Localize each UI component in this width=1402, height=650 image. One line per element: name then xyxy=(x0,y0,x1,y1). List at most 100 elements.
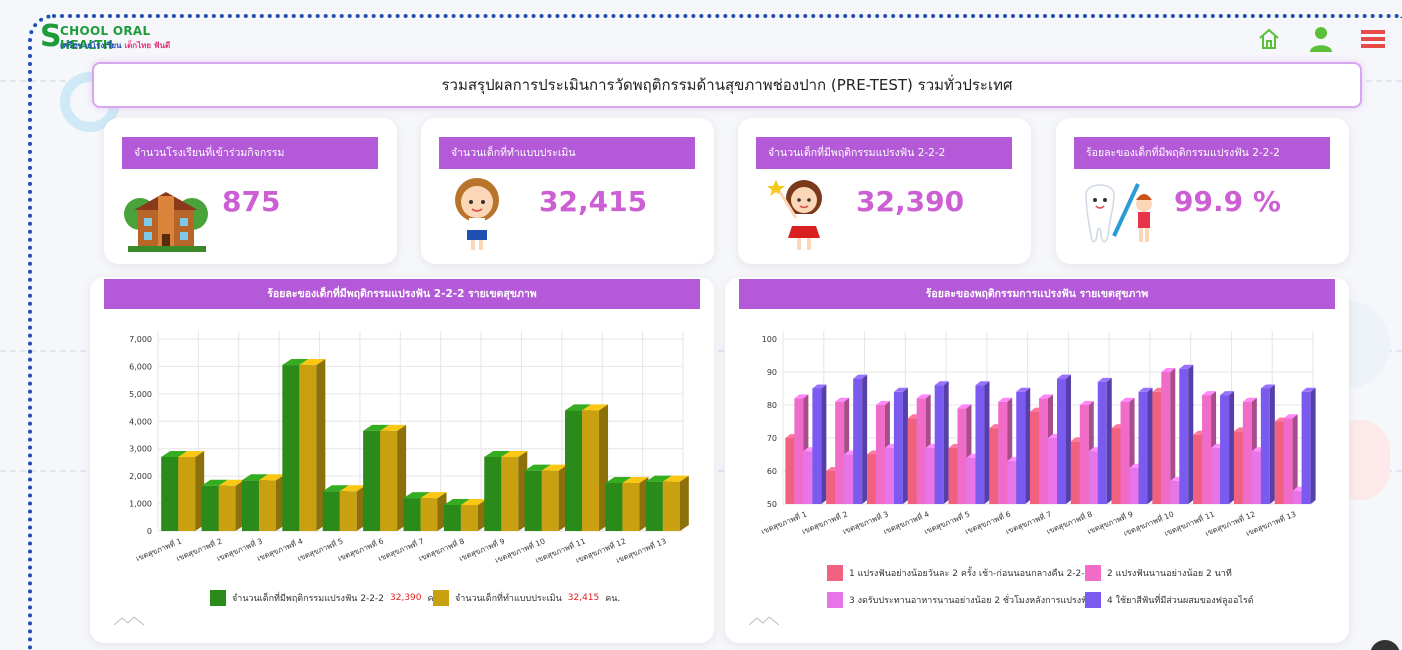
legend-label: 4 ใช้ยาสีฟันที่มีส่วนผสมของฟลูออไรด์ xyxy=(1107,596,1254,606)
stat-value: 99.9 % xyxy=(1174,185,1281,218)
chart-card-right: ร้อยละของพฤติกรรมการแปรงฟัน รายเขตสุขภาพ… xyxy=(725,277,1349,643)
chart-bar xyxy=(501,450,528,531)
x-tick-label: เขตสุขภาพที่ 1 xyxy=(759,508,808,536)
top-bar: S CHOOL ORAL HEALTH เครือข่ายโรงเรียน เด… xyxy=(40,22,1402,58)
stat-label: ร้อยละของเด็กที่มีพฤติกรรมแปรงฟัน 2-2-2 xyxy=(1074,137,1330,169)
chart-bar xyxy=(380,424,407,531)
legend-swatch xyxy=(1085,565,1101,581)
stat-value: 32,390 xyxy=(856,185,965,218)
chart-bar xyxy=(975,381,990,504)
logo[interactable]: S CHOOL ORAL HEALTH เครือข่ายโรงเรียน เด… xyxy=(40,22,200,56)
chart-watermark-icon xyxy=(749,616,779,626)
chart-bar xyxy=(1301,387,1316,504)
stat-label: จำนวนโรงเรียนที่เข้าร่วมกิจกรรม xyxy=(122,137,378,169)
stat-card-percent: ร้อยละของเด็กที่มีพฤติกรรมแปรงฟัน 2-2-2 … xyxy=(1056,118,1349,264)
chart-bar xyxy=(1057,374,1071,504)
chart-bar xyxy=(582,404,609,531)
y-tick-label: 60 xyxy=(767,467,777,476)
x-tick-label: เขตสุขภาพที่ 7 xyxy=(1004,508,1053,536)
y-tick-label: 90 xyxy=(767,368,777,377)
bar-chart-right: 5060708090100เขตสุขภาพที่ 1เขตสุขภาพที่ … xyxy=(759,331,1316,538)
legend-item: 1 แปรงฟันอย่างน้อยวันละ 2 ครั้ง เช้า-ก่อ… xyxy=(827,565,1090,581)
legend-item: 2 แปรงฟันนานอย่างน้อย 2 นาที xyxy=(1085,565,1232,581)
logo-subtitle-main: เครือข่ายโรงเรียน xyxy=(60,41,122,50)
legend-swatch xyxy=(827,592,843,608)
chart-bar xyxy=(1260,384,1275,504)
legend-swatch xyxy=(433,590,449,606)
legend-swatch xyxy=(827,565,843,581)
legend-swatch xyxy=(1085,592,1101,608)
x-tick-label: เขตสุขภาพที่ 4 xyxy=(882,508,931,536)
chart-watermark-icon xyxy=(114,616,144,626)
chart-bar xyxy=(812,384,827,504)
chart-bar xyxy=(1097,377,1112,504)
stat-label: จำนวนเด็กที่มีพฤติกรรมแปรงฟัน 2-2-2 xyxy=(756,137,1012,169)
girl-student-icon xyxy=(437,174,527,254)
x-tick-label: เขตสุขภาพที่ 3 xyxy=(841,508,890,536)
legend-item: จำนวนเด็กที่มีพฤติกรรมแปรงฟัน 2-2-2 32,3… xyxy=(210,590,443,606)
y-tick-label: 1,000 xyxy=(129,500,152,509)
stat-value: 875 xyxy=(222,185,281,218)
chart-bar xyxy=(934,381,949,504)
stat-label: จำนวนเด็กที่ทำแบบประเมิน xyxy=(439,137,695,169)
stat-card-brushing-students: จำนวนเด็กที่มีพฤติกรรมแปรงฟัน 2-2-2 32,3… xyxy=(738,118,1031,264)
legend-label: 1 แปรงฟันอย่างน้อยวันละ 2 ครั้ง เช้า-ก่อ… xyxy=(849,569,1091,579)
y-tick-label: 4,000 xyxy=(129,417,152,426)
legend-label: 2 แปรงฟันนานอย่างน้อย 2 นาที xyxy=(1107,569,1232,579)
chart-card-left: ร้อยละของเด็กที่มีพฤติกรรมแปรงฟัน 2-2-2 … xyxy=(90,277,714,643)
x-tick-label: เขตสุขภาพที่ 2 xyxy=(800,508,849,536)
y-tick-label: 50 xyxy=(767,500,777,509)
legend-item: 4 ใช้ยาสีฟันที่มีส่วนผสมของฟลูออไรด์ xyxy=(1085,592,1254,608)
chart-bar xyxy=(178,450,205,531)
x-tick-label: เขตสุขภาพที่ 8 xyxy=(1045,508,1094,536)
user-icon[interactable] xyxy=(1306,24,1336,54)
legend-label: จำนวนเด็กที่ทำแบบประเมิน xyxy=(455,594,562,604)
chart-bar xyxy=(258,474,285,531)
page-title: รวมสรุปผลการประเมินการวัดพฤติกรรมด้านสุข… xyxy=(92,62,1362,108)
legend-value: 32,390 xyxy=(390,593,422,603)
stat-value: 32,415 xyxy=(539,185,648,218)
logo-subtitle: เครือข่ายโรงเรียน เด็กไทย ฟันดี xyxy=(60,39,170,52)
chart-bar xyxy=(339,485,366,531)
chart-bar xyxy=(218,479,245,531)
y-tick-label: 5,000 xyxy=(129,390,152,399)
chart-bar xyxy=(299,359,326,531)
y-tick-label: 70 xyxy=(767,434,777,443)
legend-swatch xyxy=(210,590,226,606)
tooth-toothbrush-icon xyxy=(1072,174,1162,254)
stat-card-students: จำนวนเด็กที่ทำแบบประเมิน 32,415 xyxy=(421,118,714,264)
y-tick-label: 80 xyxy=(767,401,777,410)
y-tick-label: 6,000 xyxy=(129,362,152,371)
legend-value: 32,415 xyxy=(567,593,600,603)
chart-bar xyxy=(622,477,649,531)
legend-label: 3 งดรับประทานอาหารนานอย่างน้อย 2 ชั่วโมง… xyxy=(849,596,1094,606)
legend-unit: คน. xyxy=(605,594,621,604)
y-tick-label: 7,000 xyxy=(129,335,152,344)
y-tick-label: 2,000 xyxy=(129,472,152,481)
chart-bar xyxy=(1220,391,1235,504)
chart-bar xyxy=(662,475,689,531)
y-tick-label: 0 xyxy=(147,527,152,536)
chart-bar xyxy=(460,498,487,531)
y-tick-label: 100 xyxy=(762,335,777,344)
girl-waving-icon xyxy=(754,174,844,254)
chart-bar xyxy=(541,464,568,531)
stat-card-schools: จำนวนโรงเรียนที่เข้าร่วมกิจกรรม 875 xyxy=(104,118,397,264)
y-tick-label: 3,000 xyxy=(129,445,152,454)
chart-bar xyxy=(1138,387,1153,504)
hamburger-menu-icon[interactable] xyxy=(1358,24,1388,54)
chart-bar xyxy=(420,492,447,531)
home-icon[interactable] xyxy=(1254,24,1284,54)
nav-icons xyxy=(1254,22,1388,56)
legend-label: จำนวนเด็กที่มีพฤติกรรมแปรงฟัน 2-2-2 xyxy=(232,594,384,604)
x-tick-label: เขตสุขภาพที่ 6 xyxy=(963,508,1012,536)
logo-subtitle-accent: เด็กไทย ฟันดี xyxy=(124,41,171,50)
school-building-icon xyxy=(120,174,210,254)
chart-bar xyxy=(1179,364,1194,504)
chart-bar xyxy=(1016,387,1031,504)
legend-item: จำนวนเด็กที่ทำแบบประเมิน 32,415 คน. xyxy=(433,590,620,606)
legend-item: 3 งดรับประทานอาหารนานอย่างน้อย 2 ชั่วโมง… xyxy=(827,592,1094,608)
bar-chart-left: 01,0002,0003,0004,0005,0006,0007,000เขตส… xyxy=(129,331,689,565)
chart-bar xyxy=(853,374,868,504)
x-tick-label: เขตสุขภาพที่ 5 xyxy=(923,508,972,536)
